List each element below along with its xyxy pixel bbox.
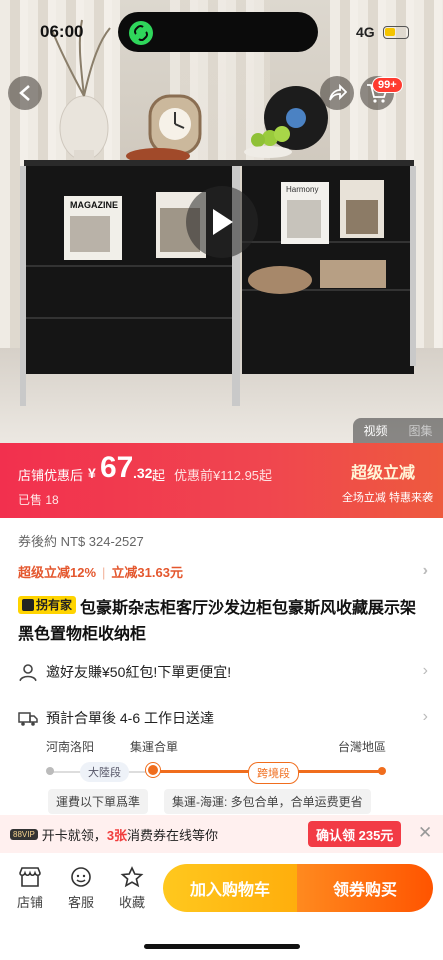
bottom-action-bar: 店铺 客服 收藏 加入购物车 领券购买	[0, 856, 443, 926]
delivery-estimate: 預計合單後 4-6 工作日送達	[46, 710, 215, 726]
chevron-right-icon: ›	[422, 662, 428, 679]
home-indicator	[144, 944, 300, 949]
vip-promo-strip: 88VIP 开卡就领，3张消费券在线等你 确认领 235元 ✕	[0, 815, 443, 853]
share-icon	[329, 84, 347, 101]
close-icon[interactable]: ✕	[418, 823, 432, 843]
product-title: 拐有家 包豪斯杂志柜客厅沙发边柜包豪斯风收藏展示架黑色置物柜收纳柜	[18, 596, 428, 648]
discount-percent: 超级立减12%	[18, 565, 97, 580]
battery-icon	[383, 26, 409, 39]
buy-with-coupon-button[interactable]: 领券购买	[297, 864, 433, 912]
add-to-cart-button[interactable]: 加入购物车	[163, 864, 297, 912]
price-label: 店铺优惠后	[18, 468, 84, 483]
star-icon	[120, 866, 144, 888]
price-before-discount: 优惠前¥112.95起	[174, 468, 273, 483]
share-button[interactable]	[320, 76, 354, 110]
vip-tag: 88VIP	[10, 828, 38, 840]
chevron-right-icon: ›	[422, 562, 428, 579]
invite-row[interactable]: 邀好友賺¥50紅包!下單更便宜! ›	[18, 662, 428, 682]
price-suffix: 起	[152, 468, 166, 483]
clock: 06:00	[40, 22, 84, 41]
link-icon	[129, 21, 153, 45]
price-decimal: .32	[133, 465, 153, 481]
shipping-row[interactable]: 預計合單後 4-6 工作日送達 ›	[18, 708, 428, 728]
customer-service-icon	[71, 867, 91, 887]
discount-amount: 立减31.63元	[111, 565, 183, 580]
hub-warehouse-icon	[146, 763, 160, 777]
invite-text: 邀好友賺¥50紅包!下單更便宜!	[46, 664, 232, 680]
back-button[interactable]	[8, 76, 42, 110]
product-hero-image[interactable]: MAGAZINE Harmony 视频 图集	[0, 0, 443, 443]
store-icon	[19, 867, 41, 887]
segment-crossborder: 跨境段	[248, 762, 299, 784]
price-integer: 67	[100, 451, 134, 484]
sold-count: 已售 18	[18, 493, 59, 507]
price-banner: 店铺优惠后 ¥ 67 .32 起 优惠前¥112.95起 已售 18 超级立减 …	[0, 443, 443, 518]
status-bar: 06:00 4G	[0, 0, 443, 60]
product-title-text: 包豪斯杂志柜客厅沙发边柜包豪斯风收藏展示架黑色置物柜收纳柜	[18, 600, 417, 643]
divider: |	[102, 565, 106, 580]
play-icon	[213, 209, 233, 235]
tab-video[interactable]: 视频	[363, 422, 387, 439]
magazine-cover-text: MAGAZINE	[70, 200, 118, 210]
chevron-right-icon: ›	[422, 708, 428, 725]
origin-dot	[46, 767, 54, 775]
network-type: 4G	[356, 24, 375, 40]
promo-text-post: 消费券在线等你	[127, 827, 219, 843]
media-tabs: 视频 图集	[353, 418, 443, 443]
invite-user-icon	[19, 664, 37, 682]
claim-coupon-button[interactable]: 确认领 235元	[308, 821, 402, 847]
service-tab[interactable]: 客服	[61, 866, 101, 911]
shipping-note-2: 集運-海運: 多包合单，合单运费更省	[164, 789, 371, 814]
promo-text: 开卡就领，3张消费券在线等你	[42, 825, 218, 844]
hub-label: 集運合單	[130, 740, 179, 754]
cart-count-badge: 99+	[372, 77, 403, 93]
favorite-tab[interactable]: 收藏	[112, 866, 152, 911]
coupon-range: 券後約 NT$ 324-2527	[18, 534, 144, 549]
favorite-tab-label: 收藏	[118, 895, 145, 910]
house-icon	[22, 599, 34, 611]
super-discount-title: 超级立减	[350, 465, 415, 482]
dynamic-island	[118, 12, 318, 52]
brand-badge-text: 拐有家	[36, 598, 73, 612]
destination-label: 台灣地區	[338, 740, 387, 754]
play-video-button[interactable]	[186, 186, 258, 258]
destination-dot	[378, 767, 386, 775]
store-tab-label: 店铺	[16, 895, 43, 910]
tab-gallery[interactable]: 图集	[408, 422, 432, 439]
discount-row[interactable]: 超级立减12% | 立减31.63元 ›	[18, 562, 428, 581]
promo-text-pre: 开卡就领，	[41, 827, 107, 843]
service-tab-label: 客服	[67, 895, 94, 910]
store-tab[interactable]: 店铺	[10, 866, 50, 911]
super-discount-subtitle: 全场立减 特惠来袭	[341, 492, 433, 504]
magazine-cover-text-2: Harmony	[286, 185, 319, 194]
segment-mainland: 大陸段	[80, 762, 129, 782]
origin-label: 河南洛阳	[46, 740, 95, 754]
brand-badge: 拐有家	[18, 596, 77, 614]
chevron-left-icon	[19, 85, 30, 101]
price-currency: ¥	[88, 465, 96, 481]
shipping-note-1: 運費以下單爲準	[48, 789, 149, 814]
truck-icon	[18, 712, 38, 726]
promo-count: 3张	[106, 827, 128, 843]
